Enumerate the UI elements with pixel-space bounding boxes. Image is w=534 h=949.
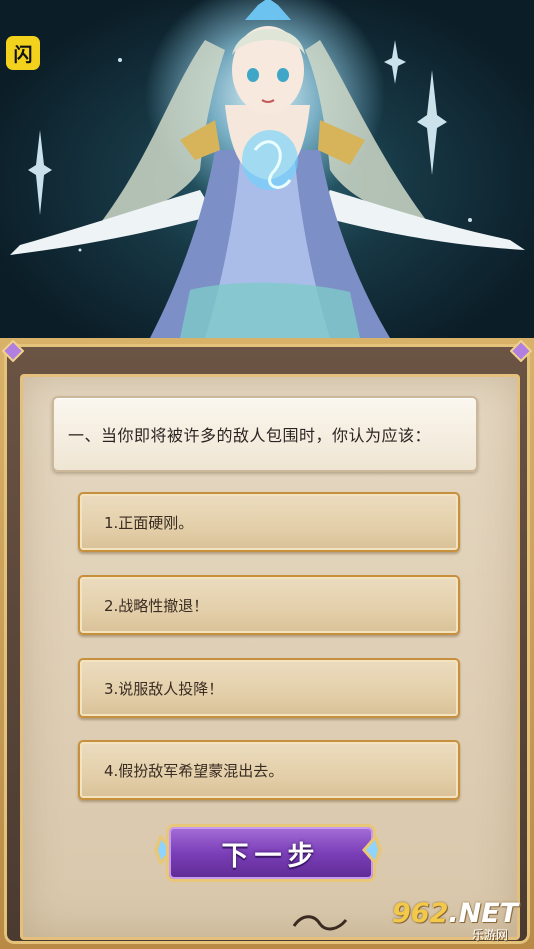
answer-option-4[interactable]: 4.假扮敌军希望蒙混出去。 [78,740,460,800]
answer-option-label: 3.说服敌人投降！ [104,679,224,698]
question-text: 一、当你即将被许多的敌人包围时，你认为应该： [68,426,432,445]
answer-option-1[interactable]: 1.正面硬刚。 [78,492,460,552]
logo-glyph: 闪 [13,43,33,66]
watermark-site-name: 乐游网 [472,928,509,942]
answer-option-2[interactable]: 2.战略性撤退！ [78,575,460,635]
corner-gem-icon [2,340,24,362]
decorative-swirl-icon [292,915,348,931]
watermark-brand: 962.NET [392,898,518,929]
answer-option-label: 2.战略性撤退！ [104,596,209,615]
answer-option-3[interactable]: 3.说服敌人投降！ [78,658,460,718]
character-illustration: 闪 [0,0,534,338]
watermark-brand-number: 962 [392,898,449,929]
answer-option-label: 1.正面硬刚。 [104,513,194,532]
watermark-brand-suffix: .NET [448,898,519,929]
app-logo-badge: 闪 [6,36,40,70]
next-step-button-body: 下一步 [166,824,376,882]
character-art [10,0,525,338]
next-step-button[interactable]: 下一步 [152,820,384,882]
answer-option-label: 4.假扮敌军希望蒙混出去。 [104,761,284,780]
site-watermark: 962.NET 乐游网 [392,898,528,944]
next-step-label: 下一步 [221,840,321,872]
corner-gem-icon [510,340,532,362]
button-wing-right-icon [362,834,382,866]
question-box: 一、当你即将被许多的敌人包围时，你认为应该： [52,396,478,472]
